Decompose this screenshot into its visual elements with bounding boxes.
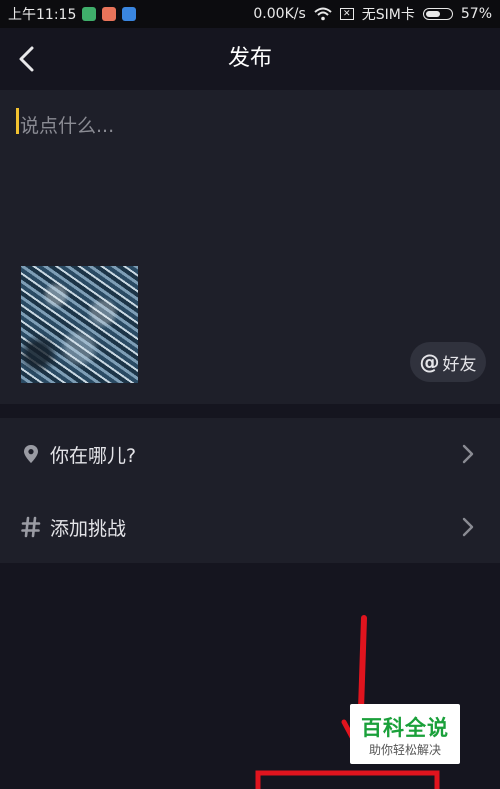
wifi-icon — [314, 7, 332, 21]
mention-friends-label: 好友 — [442, 354, 477, 375]
app-notification-icon-2 — [102, 7, 117, 21]
at-icon: @ — [419, 350, 440, 374]
app-notification-icon-3 — [122, 7, 137, 21]
mention-friends-button[interactable]: @ 好友 — [410, 342, 486, 382]
status-bar: 上午11:15 0.00K/s ✕ 无SIM卡 57% — [0, 0, 500, 28]
options-list: 你在哪儿? 添加挑战 — [0, 418, 500, 563]
chevron-right-icon — [462, 444, 474, 464]
app-notification-icon-1 — [82, 7, 97, 21]
battery-icon — [422, 8, 453, 20]
watermark-title: 百科全说 — [361, 716, 449, 740]
network-speed: 0.00K/s — [253, 6, 306, 22]
challenge-option-label: 添加挑战 — [50, 517, 127, 540]
location-option[interactable]: 你在哪儿? — [0, 418, 500, 490]
watermark-subtitle: 助你轻松解决 — [368, 743, 441, 757]
top-nav-bar: 发布 — [0, 28, 500, 90]
chevron-right-icon — [462, 517, 474, 537]
compose-panel: @ 好友 — [0, 90, 500, 404]
media-thumbnail[interactable] — [21, 266, 138, 383]
watermark-logo: 百科全说 助你轻松解决 — [350, 704, 460, 764]
challenge-option[interactable]: 添加挑战 — [0, 491, 500, 563]
section-divider — [0, 404, 500, 418]
no-sim-icon: ✕ — [339, 8, 354, 20]
location-pin-icon — [24, 445, 38, 463]
status-time: 上午11:15 — [8, 7, 77, 23]
caption-input[interactable] — [16, 106, 476, 146]
sim-status: 无SIM卡 — [361, 7, 415, 23]
hashtag-icon — [21, 516, 41, 538]
location-option-label: 你在哪儿? — [50, 444, 137, 467]
page-title: 发布 — [227, 46, 272, 71]
battery-percent: 57% — [460, 6, 492, 22]
